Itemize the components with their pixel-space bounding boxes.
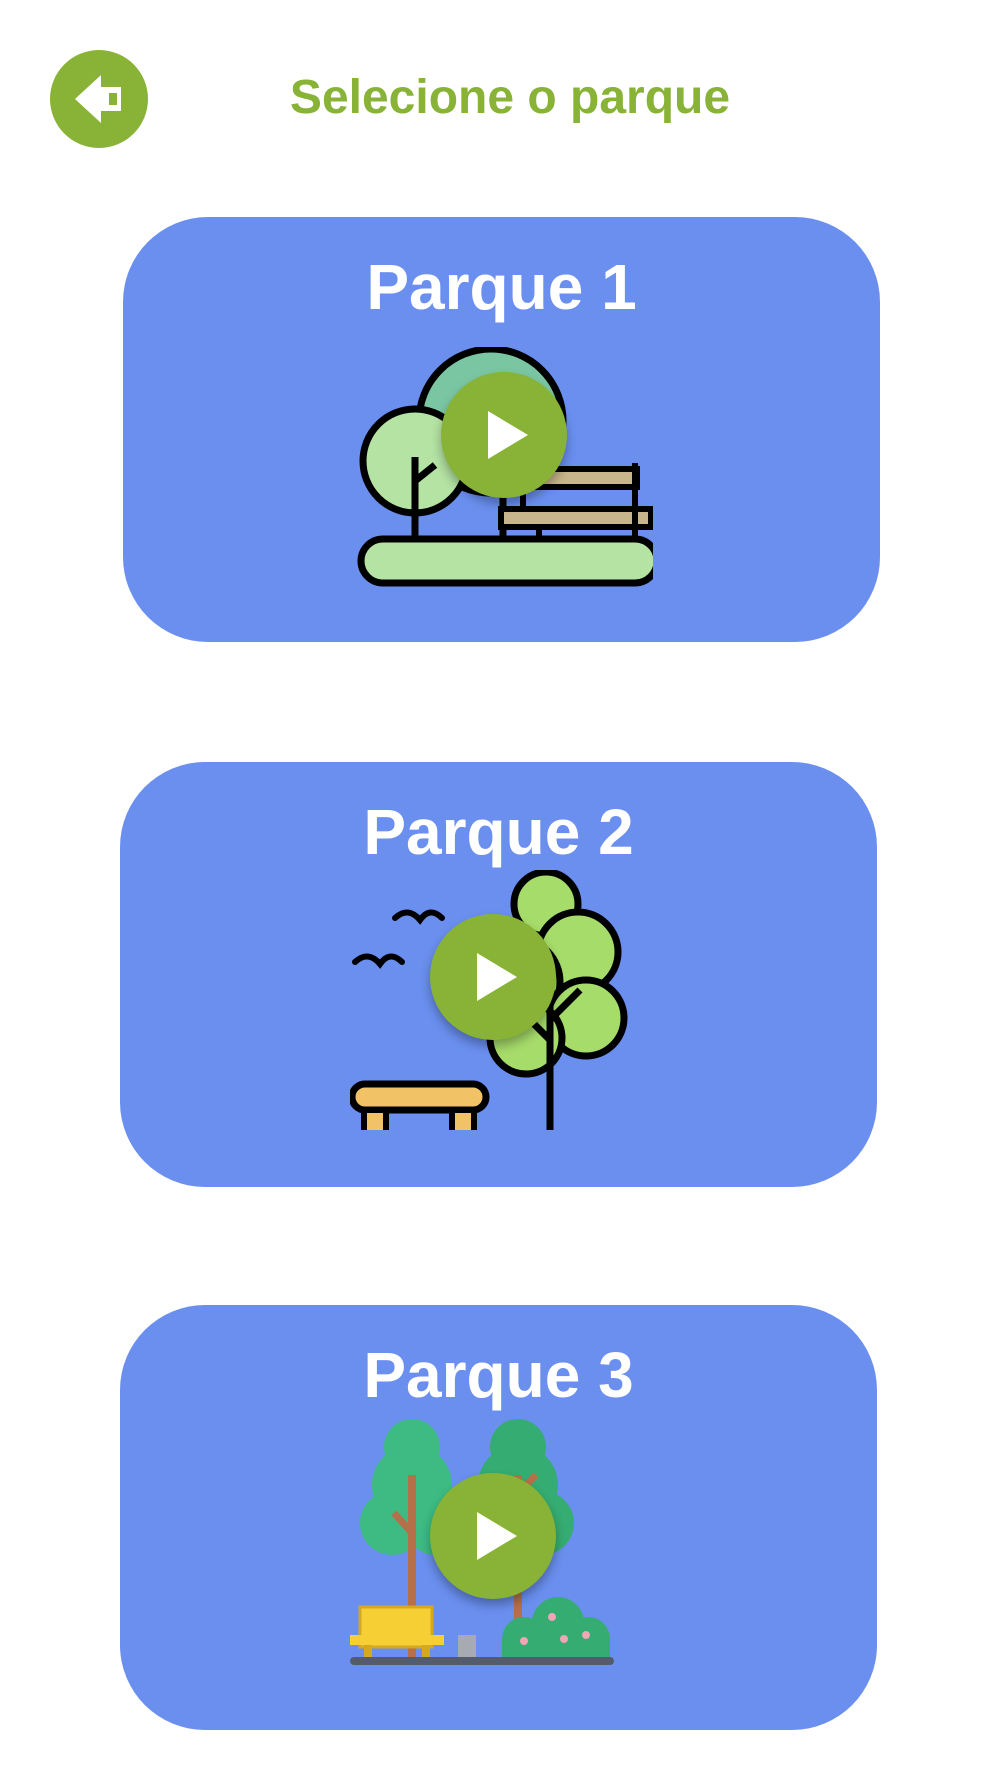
play-icon — [488, 411, 528, 459]
park-card-title: Parque 2 — [363, 796, 634, 868]
park-card-title: Parque 1 — [366, 251, 637, 323]
park-card-3[interactable]: Parque 3 — [120, 1305, 877, 1730]
park-card-1[interactable]: Parque 1 — [123, 217, 880, 642]
back-button[interactable] — [50, 50, 148, 148]
play-button[interactable] — [430, 1473, 556, 1599]
play-icon — [477, 953, 517, 1001]
play-button[interactable] — [441, 372, 567, 498]
park-card-2[interactable]: Parque 2 — [120, 762, 877, 1187]
arrow-left-icon — [75, 75, 121, 123]
page-title: Selecione o parque — [289, 71, 731, 124]
park-card-title: Parque 3 — [363, 1339, 634, 1411]
play-icon — [477, 1512, 517, 1560]
play-button[interactable] — [430, 914, 556, 1040]
